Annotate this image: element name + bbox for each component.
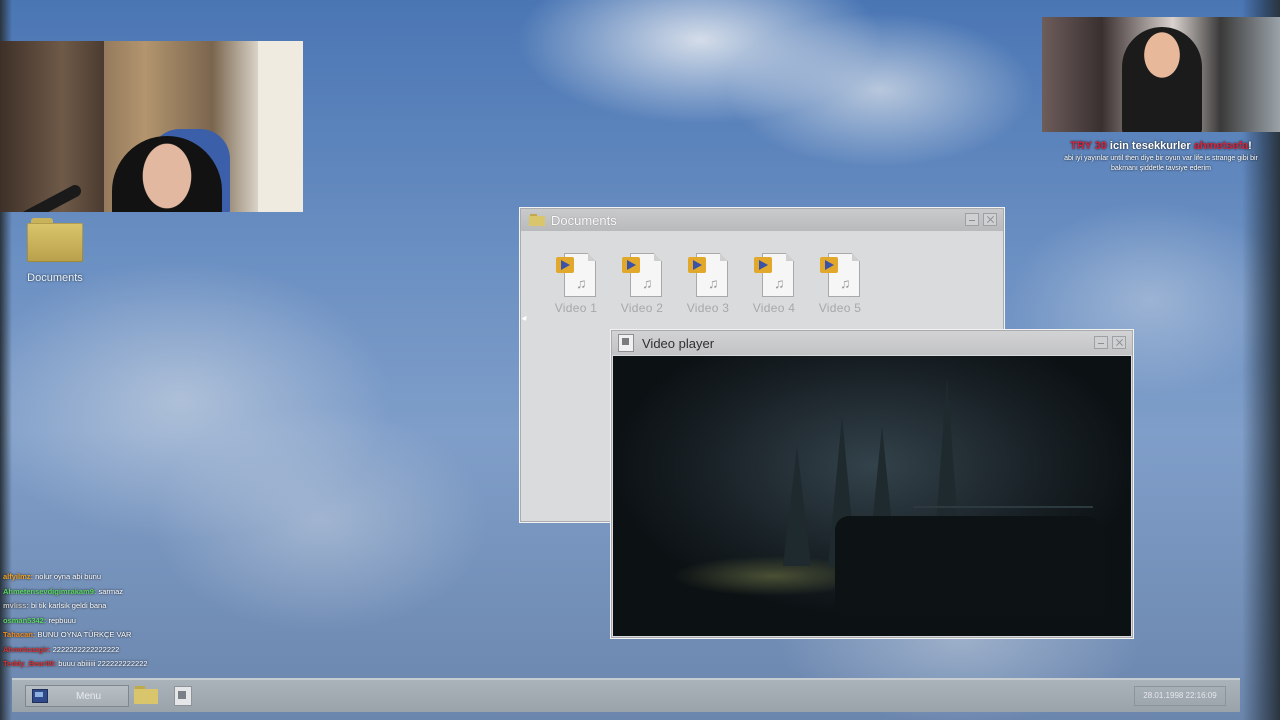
folder-icon bbox=[134, 686, 158, 704]
taskbar-clock: 28.01.1998 22:16:09 bbox=[1134, 686, 1226, 706]
chat-text: 2222222222222222 bbox=[50, 644, 120, 654]
file-item-video-2[interactable]: ♫ Video 2 bbox=[609, 251, 675, 315]
chat-username: osman5342: bbox=[3, 615, 47, 625]
chat-username: alfyilmz: bbox=[3, 572, 34, 581]
bookshelf bbox=[0, 41, 104, 212]
video-file-icon: ♫ bbox=[818, 251, 862, 297]
shelf-right bbox=[258, 41, 303, 212]
file-label: Video 5 bbox=[818, 301, 862, 315]
alert-thanks: icin tesekkurler bbox=[1106, 140, 1194, 152]
alert-message: abi iyi yayınlar until then diye bir oyu… bbox=[1064, 155, 1258, 172]
video-file-icon: ♫ bbox=[620, 251, 664, 297]
video-car-rack bbox=[913, 506, 1093, 516]
close-button[interactable] bbox=[983, 213, 997, 226]
chat-message: mvliss: bi tik karlsik geldi bana bbox=[3, 599, 303, 614]
video-file-icon: ♫ bbox=[686, 251, 730, 297]
chat-text: bi tik karlsik geldi bana bbox=[28, 601, 107, 610]
file-label: Video 2 bbox=[620, 301, 664, 315]
folder-icon bbox=[27, 218, 83, 262]
chat-text: nolur oyna abi bunu bbox=[33, 572, 101, 581]
alert-title: TRY 30 icin tesekkurler ahmetsefa! bbox=[1042, 140, 1280, 152]
minimize-button[interactable] bbox=[1094, 336, 1108, 349]
file-label: Video 1 bbox=[554, 301, 598, 315]
video-file-icon: ♫ bbox=[752, 251, 796, 297]
chat-username: Ahmetensevdigimrakam9: bbox=[3, 586, 97, 596]
stream-chat: alfyilmz: nolur oyna abi bunu Ahmetensev… bbox=[3, 570, 303, 672]
chat-text: sarmaz bbox=[96, 586, 124, 596]
alert-end: ! bbox=[1248, 140, 1252, 152]
video-tree bbox=[783, 446, 811, 566]
chat-text: BUNU OYNA TÜRKÇE VAR bbox=[35, 630, 132, 639]
video-frame[interactable] bbox=[613, 356, 1131, 636]
donation-alert: TRY 30 icin tesekkurler ahmetsefa! abi i… bbox=[1042, 140, 1280, 174]
menu-label: Menu bbox=[76, 690, 102, 702]
chat-text: repbuuu bbox=[46, 615, 76, 625]
chat-message: Ahmetcazgir: 2222222222222222 bbox=[3, 643, 303, 658]
chat-text: buuu abiiiiii 222222222222 bbox=[56, 659, 148, 668]
video-player-icon bbox=[618, 334, 634, 352]
menu-button[interactable]: Menu bbox=[25, 685, 129, 707]
chat-username: Ahmetcazgir: bbox=[3, 644, 51, 654]
player-titlebar[interactable]: Video player bbox=[612, 331, 1132, 355]
chat-username: Teddy_Bear00: bbox=[3, 659, 57, 668]
file-list: ♫ Video 1 ♫ Video 2 ♫ Video 3 ♫ Video 4 … bbox=[521, 231, 1003, 315]
alert-username: ahmetsefa bbox=[1193, 140, 1249, 152]
minimize-button[interactable] bbox=[965, 213, 979, 226]
chat-message: Tahacan: BUNU OYNA TÜRKÇE VAR bbox=[3, 628, 303, 643]
video-file-icon: ♫ bbox=[554, 251, 598, 297]
streamer-webcam bbox=[0, 41, 303, 212]
chat-username: Tahacan: bbox=[3, 630, 36, 639]
folder-icon bbox=[529, 214, 545, 226]
alert-person bbox=[1122, 27, 1202, 132]
taskbar-documents[interactable] bbox=[134, 686, 158, 704]
file-item-video-3[interactable]: ♫ Video 3 bbox=[675, 251, 741, 315]
file-label: Video 3 bbox=[686, 301, 730, 315]
alert-media bbox=[1042, 17, 1280, 132]
window-title: Video player bbox=[642, 335, 715, 351]
chat-message: Teddy_Bear00: buuu abiiiiii 222222222222 bbox=[3, 657, 303, 672]
chat-message: Ahmetensevdigimrakam9: sarmaz bbox=[3, 585, 303, 600]
file-item-video-1[interactable]: ♫ Video 1 bbox=[543, 251, 609, 315]
video-car bbox=[835, 516, 1105, 616]
taskbar-video-player-icon[interactable] bbox=[174, 686, 192, 706]
desktop-icon-label: Documents bbox=[27, 272, 83, 284]
desktop-icon-documents[interactable]: Documents bbox=[24, 218, 86, 284]
computer-icon bbox=[32, 689, 48, 703]
window-title: Documents bbox=[551, 212, 617, 228]
chat-message: alfyilmz: nolur oyna abi bunu bbox=[3, 570, 303, 585]
taskbar: Menu 28.01.1998 22:16:09 bbox=[12, 678, 1240, 712]
file-item-video-4[interactable]: ♫ Video 4 bbox=[741, 251, 807, 315]
file-label: Video 4 bbox=[752, 301, 796, 315]
close-button[interactable] bbox=[1112, 336, 1126, 349]
video-player-window[interactable]: Video player bbox=[612, 331, 1132, 637]
chat-username: mvliss: bbox=[3, 601, 29, 610]
documents-titlebar[interactable]: Documents bbox=[521, 209, 1003, 231]
file-item-video-5[interactable]: ♫ Video 5 bbox=[807, 251, 873, 315]
chat-message: osman5342: repbuuu bbox=[3, 614, 303, 629]
alert-amount: TRY 30 bbox=[1070, 140, 1107, 152]
